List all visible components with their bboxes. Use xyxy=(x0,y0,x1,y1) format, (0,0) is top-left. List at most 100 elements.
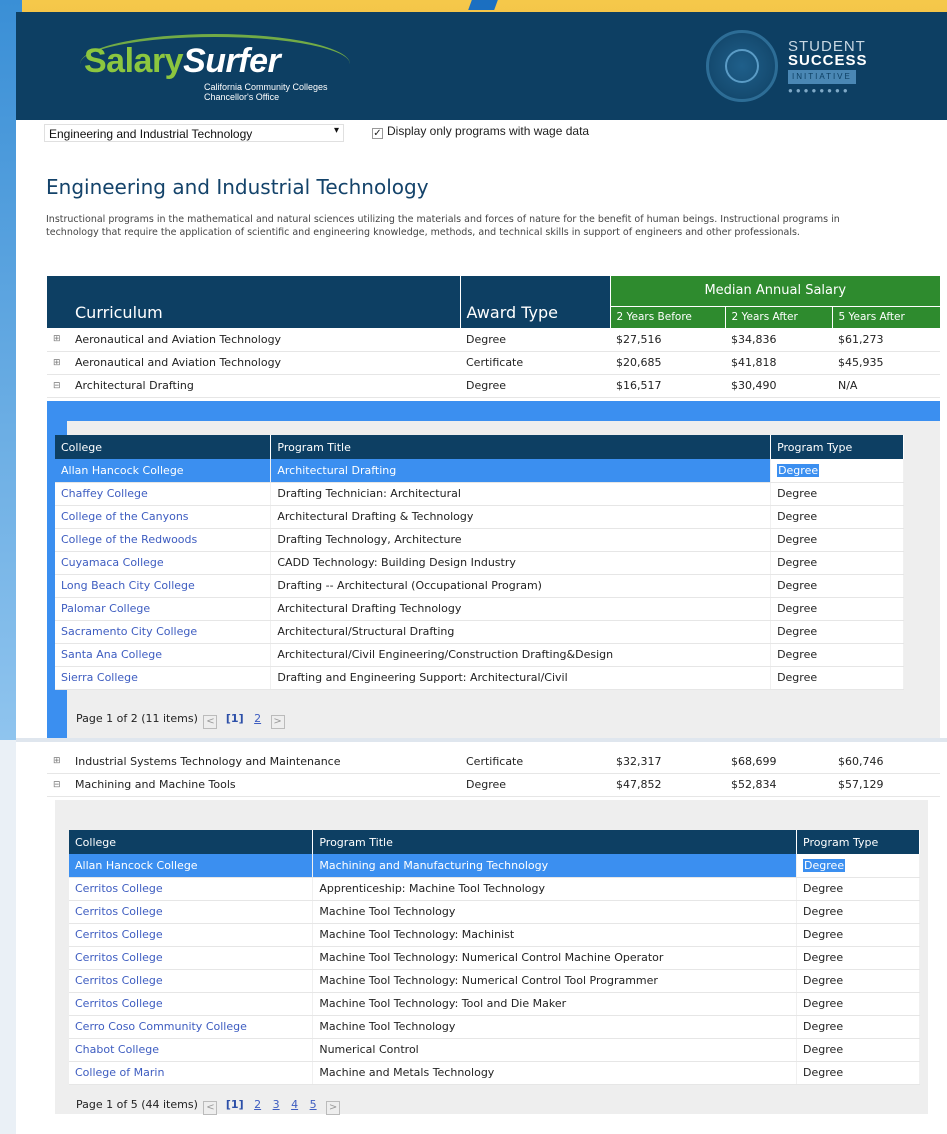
college-link[interactable]: Sacramento City College xyxy=(55,620,272,644)
program-title-cell: Numerical Control xyxy=(312,1038,798,1062)
college-link[interactable]: Cerritos College xyxy=(69,923,314,947)
column-header-program-title[interactable]: Program Title xyxy=(312,830,798,854)
table-row[interactable]: Cuyamaca College CADD Technology: Buildin… xyxy=(55,551,904,575)
college-link[interactable]: College of the Redwoods xyxy=(55,528,272,552)
pager-next-button[interactable]: > xyxy=(270,715,285,729)
college-link[interactable]: Santa Ana College xyxy=(55,643,272,667)
pager-page-link[interactable]: 2 xyxy=(254,712,261,725)
column-header-award-type[interactable]: Award Type xyxy=(459,276,610,328)
program-type-value: Degree xyxy=(777,510,818,523)
program-type-value: Degree xyxy=(777,625,818,638)
pager-page-link[interactable]: 4 xyxy=(291,1098,298,1111)
table-row[interactable]: Cerro Coso Community College Machine Tool… xyxy=(69,1015,920,1039)
program-type-cell: Degree xyxy=(770,666,904,690)
college-link[interactable]: Cerro Coso Community College xyxy=(69,1015,314,1039)
college-link[interactable]: Cerritos College xyxy=(69,992,314,1016)
table-row[interactable]: Cerritos College Apprenticeship: Machine … xyxy=(69,877,920,901)
table-row[interactable]: College of Marin Machine and Metals Techn… xyxy=(69,1061,920,1085)
column-header-5-years-after[interactable]: 5 Years After xyxy=(831,305,940,328)
screenshot-panel-top: SalarySurfer California Community Colleg… xyxy=(16,12,947,738)
ssi-line2: SUCCESS xyxy=(788,52,868,69)
program-type-cell: Degree xyxy=(796,900,920,924)
college-link[interactable]: Sierra College xyxy=(55,666,272,690)
table-row[interactable]: ⊞ Industrial Systems Technology and Main… xyxy=(47,750,940,774)
program-title-cell: Architectural Drafting Technology xyxy=(270,597,772,621)
checkbox-checked-icon[interactable]: ✓ xyxy=(372,128,383,139)
pager-page-link[interactable]: 2 xyxy=(254,1098,261,1111)
salary-surfer-logo[interactable]: SalarySurfer xyxy=(84,42,281,81)
program-type-cell: Degree xyxy=(796,854,920,878)
collapse-icon[interactable]: ⊟ xyxy=(47,773,69,797)
program-type-value: Degree xyxy=(803,928,844,941)
table-row[interactable]: Long Beach City College Drafting -- Archi… xyxy=(55,574,904,598)
wage-data-filter[interactable]: ✓ Display only programs with wage data xyxy=(372,124,589,139)
table-row[interactable]: Palomar College Architectural Drafting Te… xyxy=(55,597,904,621)
program-title-cell: Architectural Drafting & Technology xyxy=(270,505,772,529)
pager-page-link[interactable]: 5 xyxy=(310,1098,317,1111)
table-row[interactable]: Chabot College Numerical Control Degree xyxy=(69,1038,920,1062)
college-link[interactable]: Chaffey College xyxy=(55,482,272,506)
table-row[interactable]: Chaffey College Drafting Technician: Arch… xyxy=(55,482,904,506)
curriculum-cell: Aeronautical and Aviation Technology xyxy=(69,351,460,375)
college-link[interactable]: College of the Canyons xyxy=(55,505,272,529)
collapse-icon[interactable]: ⊟ xyxy=(47,374,69,398)
table-row[interactable]: College of the Canyons Architectural Draf… xyxy=(55,505,904,529)
table-row[interactable]: Cerritos College Machine Tool Technology:… xyxy=(69,992,920,1016)
table-row[interactable]: Allan Hancock College Machining and Manuf… xyxy=(69,854,920,878)
table-row[interactable]: Sacramento City College Architectural/Str… xyxy=(55,620,904,644)
program-type-cell: Degree xyxy=(770,482,904,506)
background-accent xyxy=(468,0,498,10)
college-link[interactable]: Palomar College xyxy=(55,597,272,621)
column-header-2-years-before[interactable]: 2 Years Before xyxy=(609,305,725,328)
salary-2-after-cell: $30,490 xyxy=(725,374,832,398)
pager-prev-button[interactable]: < xyxy=(203,715,218,729)
table-row[interactable]: Sierra College Drafting and Engineering S… xyxy=(55,666,904,690)
table-row[interactable]: College of the Redwoods Drafting Technolo… xyxy=(55,528,904,552)
pager-summary: Page 1 of 5 (44 items) xyxy=(76,1098,198,1111)
college-link[interactable]: Cerritos College xyxy=(69,900,314,924)
expand-icon[interactable]: ⊞ xyxy=(47,750,69,774)
college-link[interactable]: Chabot College xyxy=(69,1038,314,1062)
column-header-program-type[interactable]: Program Type xyxy=(770,435,904,459)
table-row[interactable]: Cerritos College Machine Tool Technology D… xyxy=(69,900,920,924)
table-row[interactable]: Santa Ana College Architectural/Civil Eng… xyxy=(55,643,904,667)
college-link[interactable]: Long Beach City College xyxy=(55,574,272,598)
table-row[interactable]: ⊟ Machining and Machine Tools Degree $47… xyxy=(47,773,940,797)
table-row[interactable]: ⊟ Architectural Drafting Degree $16,517 … xyxy=(47,374,940,398)
column-header-college[interactable]: College xyxy=(55,435,272,459)
college-link[interactable]: College of Marin xyxy=(69,1061,314,1085)
program-type-cell: Degree xyxy=(770,551,904,575)
pager-page-link[interactable]: 3 xyxy=(273,1098,280,1111)
pager-prev-button[interactable]: < xyxy=(203,1101,218,1115)
expand-icon[interactable]: ⊞ xyxy=(47,351,69,375)
pager-summary: Page 1 of 2 (11 items) xyxy=(76,712,198,725)
column-header-2-years-after[interactable]: 2 Years After xyxy=(724,305,832,328)
table-row[interactable]: Cerritos College Machine Tool Technology:… xyxy=(69,923,920,947)
table-row[interactable]: Cerritos College Machine Tool Technology:… xyxy=(69,946,920,970)
expand-icon[interactable]: ⊞ xyxy=(47,328,69,352)
salary-2-after-cell: $52,834 xyxy=(725,773,832,797)
program-area-select[interactable]: Engineering and Industrial Technology ▾ xyxy=(44,124,344,142)
program-type-cell: Degree xyxy=(770,459,904,483)
college-link[interactable]: Cerritos College xyxy=(69,969,314,993)
award-cell: Degree xyxy=(460,328,610,352)
column-header-program-type[interactable]: Program Type xyxy=(796,830,920,854)
table-row[interactable]: Cerritos College Machine Tool Technology:… xyxy=(69,969,920,993)
table-row[interactable]: ⊞ Aeronautical and Aviation Technology D… xyxy=(47,328,940,352)
student-success-initiative-logo: STUDENT SUCCESS INITIATIVE ●●●●●●●● xyxy=(788,39,868,98)
college-link[interactable]: Allan Hancock College xyxy=(55,459,272,483)
program-type-value: Degree xyxy=(777,556,818,569)
column-header-college[interactable]: College xyxy=(69,830,314,854)
table-row[interactable]: Allan Hancock College Architectural Draft… xyxy=(55,459,904,483)
program-type-value: Degree xyxy=(777,602,818,615)
pager-next-button[interactable]: > xyxy=(326,1101,341,1115)
college-link[interactable]: Cuyamaca College xyxy=(55,551,272,575)
college-link[interactable]: Allan Hancock College xyxy=(69,854,314,878)
column-header-curriculum[interactable]: Curriculum xyxy=(69,276,460,328)
college-link[interactable]: Cerritos College xyxy=(69,946,314,970)
college-link[interactable]: Cerritos College xyxy=(69,877,314,901)
program-title-cell: CADD Technology: Building Design Industr… xyxy=(270,551,772,575)
column-header-program-title[interactable]: Program Title xyxy=(270,435,772,459)
program-type-value: Degree xyxy=(777,579,818,592)
table-row[interactable]: ⊞ Aeronautical and Aviation Technology C… xyxy=(47,351,940,375)
